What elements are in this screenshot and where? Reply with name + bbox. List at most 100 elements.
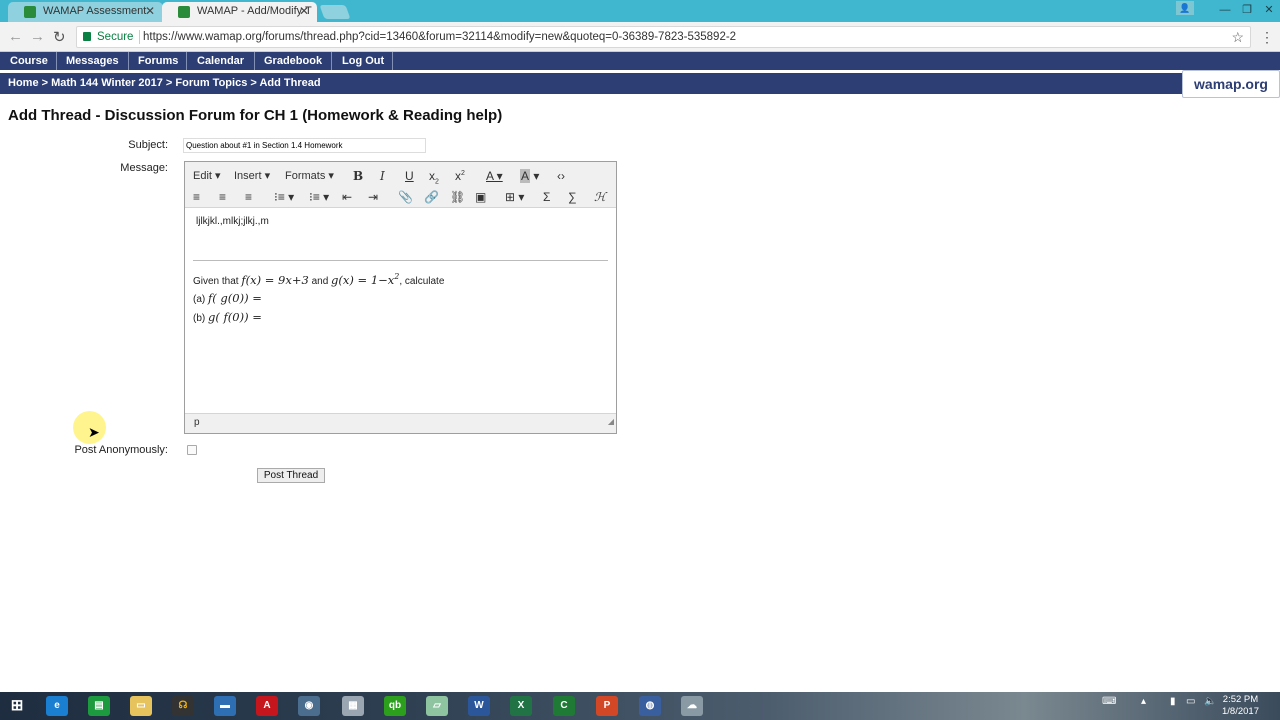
f-expression: f(x) = 9x+3 (241, 272, 309, 287)
minimize-icon[interactable]: — (1214, 0, 1236, 22)
align-center-icon[interactable]: ≡ (219, 190, 226, 204)
unlink-icon[interactable]: ⛓ (450, 190, 465, 204)
superscript-icon[interactable]: x2 (455, 167, 465, 183)
mouse-pointer-icon: ➤ (88, 424, 100, 440)
underline-icon[interactable]: U (405, 169, 414, 183)
chat-app-icon[interactable]: ☁ (681, 696, 703, 716)
bullet-list-icon[interactable]: ⁝≡ ▾ (274, 190, 294, 204)
back-arrow-icon[interactable]: ← (8, 28, 23, 45)
profile-icon[interactable]: 👤 (1176, 1, 1194, 15)
site-nav: Course Messages Forums Calendar Gradeboo… (0, 52, 1280, 70)
menu-insert[interactable]: Insert ▾ (234, 169, 270, 183)
desktop-app-icon[interactable]: ▬ (214, 696, 236, 716)
calculator-icon[interactable]: ▦ (342, 696, 364, 716)
and-word: and (311, 275, 329, 287)
lock-icon (83, 32, 91, 41)
part-b: (b) g( f(0)) = (193, 310, 262, 324)
editor-content[interactable]: ljlkjkl.,mlkj;jlkj.,m Given that f(x) = … (185, 208, 616, 413)
close-window-icon[interactable]: ✕ (1258, 0, 1280, 22)
editor-toolbar: Edit ▾ Insert ▾ Formats ▾ B I U x2 x2 A … (185, 162, 616, 208)
breadcrumb[interactable]: Home > Math 144 Winter 2017 > Forum Topi… (0, 73, 1182, 94)
align-right-icon[interactable]: ≡ (245, 190, 252, 204)
nav-course[interactable]: Course (10, 52, 48, 70)
folder-sync-icon[interactable]: ▱ (426, 696, 448, 716)
align-left-icon[interactable]: ≡ (193, 190, 200, 204)
indent-icon[interactable]: ⇥ (368, 190, 378, 204)
internet-explorer-icon[interactable]: e (46, 696, 68, 716)
network-icon[interactable]: ▭ (1186, 696, 1195, 707)
address-bar[interactable]: Secure https://www.wamap.org/forums/thre… (76, 26, 1251, 48)
close-tab-icon[interactable]: ✕ (145, 2, 155, 21)
browser-toolbar: ← → ↻ Secure https://www.wamap.org/forum… (0, 22, 1280, 52)
browser-tab-strip: WAMAP Assessment ✕ WAMAP - Add/Modify T … (0, 0, 1280, 22)
subject-input[interactable] (183, 138, 426, 153)
outdent-icon[interactable]: ⇤ (342, 190, 352, 204)
subject-label: Subject: (128, 139, 168, 151)
graph-icon[interactable]: ℋ (594, 190, 606, 204)
text-color-icon[interactable]: A ▾ (486, 169, 503, 183)
question-text: Given that f(x) = 9x+3 and g(x) = 1−x2, … (193, 272, 444, 287)
adobe-reader-icon[interactable]: A (256, 696, 278, 716)
chrome-icon[interactable]: ◉ (298, 696, 320, 716)
nav-divider (254, 52, 255, 70)
tray-expand-icon[interactable]: ▴ (1141, 696, 1146, 707)
battery-icon[interactable]: ▮ (1170, 696, 1176, 707)
forward-arrow-icon[interactable]: → (30, 28, 45, 45)
post-thread-button[interactable]: Post Thread (257, 468, 325, 483)
math-formula-icon[interactable]: Σ (543, 190, 550, 204)
anonymous-checkbox[interactable] (187, 445, 197, 455)
window-controls: — ❐ ✕ (1214, 0, 1280, 22)
reload-icon[interactable]: ↻ (53, 28, 66, 46)
nav-calendar[interactable]: Calendar (197, 52, 244, 70)
headphones-icon[interactable]: ☊ (172, 696, 194, 716)
wamap-favicon-icon (178, 6, 190, 18)
bold-icon[interactable]: B (353, 169, 363, 183)
system-clock[interactable]: 2:52 PM 1/8/2017 (1222, 694, 1259, 718)
source-code-icon[interactable]: ‹› (557, 169, 565, 183)
editor-statusbar: p ◢ (185, 413, 616, 433)
element-path[interactable]: p (194, 417, 200, 428)
nav-forums[interactable]: Forums (138, 52, 178, 70)
blue-app-icon[interactable]: ◍ (639, 696, 661, 716)
background-color-icon[interactable]: A ▾ (520, 169, 539, 183)
resize-handle-icon[interactable]: ◢ (608, 413, 614, 431)
windows-start-icon[interactable]: ⊞ (6, 696, 28, 716)
wamap-logo: wamap.org (1182, 70, 1280, 98)
tab-title: WAMAP - Add/Modify T (197, 5, 312, 17)
subscript-icon[interactable]: x2 (429, 169, 439, 189)
tab-title: WAMAP Assessment (43, 5, 147, 17)
quickbooks-icon[interactable]: qb (384, 696, 406, 716)
bookmark-star-icon[interactable]: ☆ (1231, 27, 1244, 47)
camtasia-icon[interactable]: C (553, 696, 575, 716)
menu-formats[interactable]: Formats ▾ (285, 169, 334, 183)
word-icon[interactable]: W (468, 696, 490, 716)
sum-icon[interactable]: ∑ (568, 190, 577, 204)
maximize-icon[interactable]: ❐ (1236, 0, 1258, 22)
nav-messages[interactable]: Messages (66, 52, 119, 70)
powerpoint-icon[interactable]: P (596, 696, 618, 716)
nav-logout[interactable]: Log Out (342, 52, 384, 70)
store-icon[interactable]: ▤ (88, 696, 110, 716)
volume-icon[interactable]: 🔈 (1204, 696, 1216, 707)
divider (139, 30, 140, 44)
wamap-favicon-icon (24, 6, 36, 18)
attachment-icon[interactable]: 📎 (398, 190, 413, 204)
tab-wamap-add-modify[interactable]: WAMAP - Add/Modify T ✕ (162, 2, 317, 22)
keyboard-icon[interactable]: ⌨ (1102, 696, 1116, 707)
clock-date: 1/8/2017 (1222, 706, 1259, 717)
file-explorer-icon[interactable]: ▭ (130, 696, 152, 716)
italic-icon[interactable]: I (380, 169, 385, 183)
nav-gradebook[interactable]: Gradebook (264, 52, 322, 70)
chrome-menu-icon[interactable]: ⋮ (1260, 29, 1274, 46)
part-b-label: (b) (193, 313, 206, 324)
excel-icon[interactable]: X (510, 696, 532, 716)
close-tab-icon[interactable]: ✕ (299, 2, 309, 21)
table-icon[interactable]: ⊞ ▾ (505, 190, 524, 204)
new-tab-button[interactable] (319, 5, 351, 19)
numbered-list-icon[interactable]: ⁝≡ ▾ (309, 190, 329, 204)
tab-wamap-assessment[interactable]: WAMAP Assessment ✕ (8, 2, 163, 22)
menu-edit[interactable]: Edit ▾ (193, 169, 221, 183)
link-icon[interactable]: 🔗 (424, 190, 439, 204)
typed-text: ljlkjkl.,mlkj;jlkj.,m (196, 216, 269, 227)
image-icon[interactable]: ▣ (475, 190, 486, 204)
